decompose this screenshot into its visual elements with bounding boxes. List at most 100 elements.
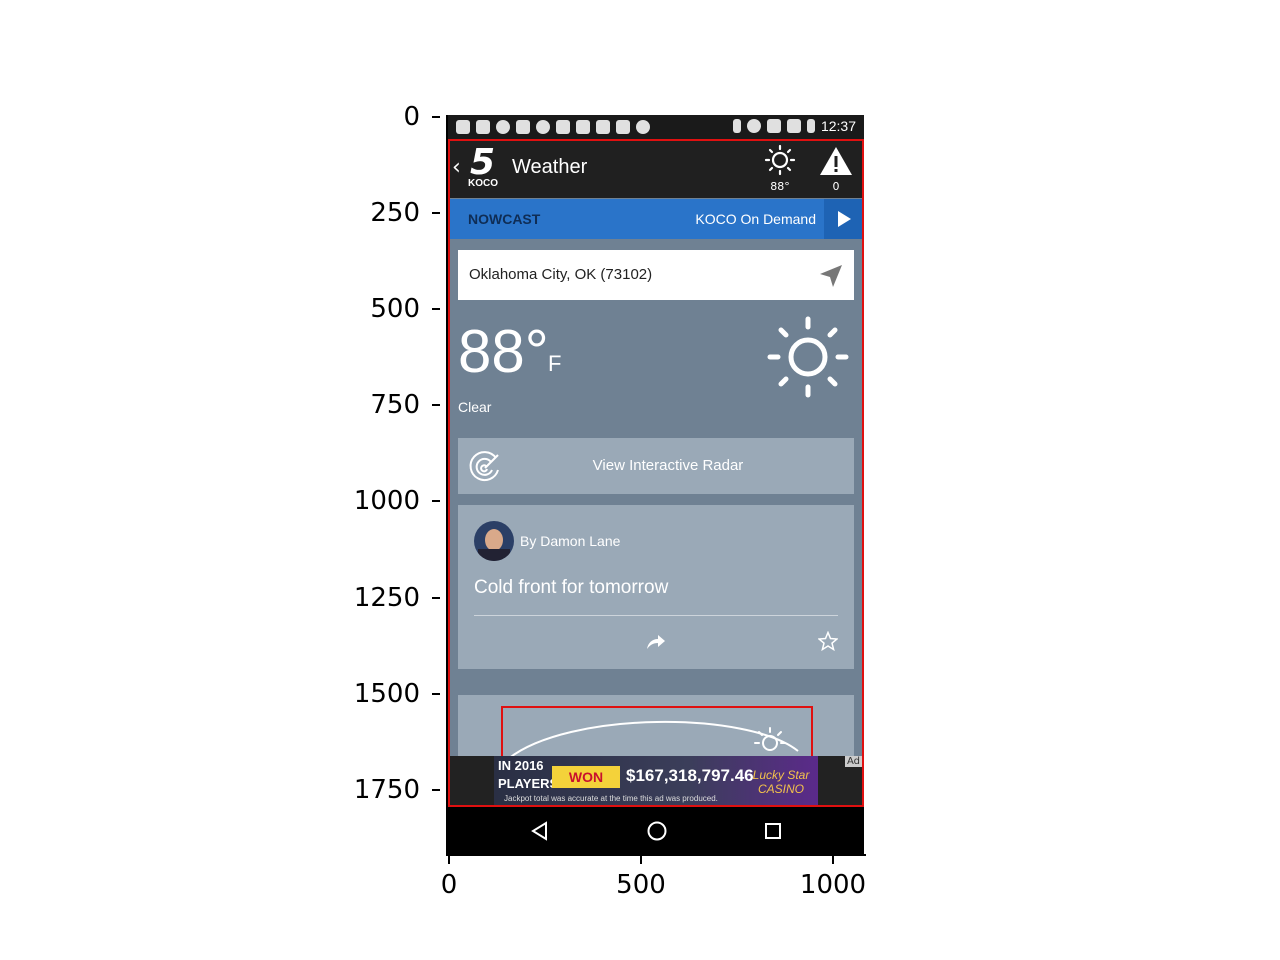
facebook-icon xyxy=(476,120,490,134)
message-icon xyxy=(456,120,470,134)
timer-icon xyxy=(496,120,510,134)
nowcast-bar[interactable]: NOWCAST KOCO On Demand xyxy=(448,199,864,239)
wifi-icon xyxy=(766,119,781,133)
y-tick: 1750 xyxy=(0,777,440,803)
y-tick-label: 1250 xyxy=(353,583,420,613)
koco-logo[interactable]: 5 KOCO xyxy=(466,142,502,190)
header-weather-button[interactable]: 88° xyxy=(760,144,800,194)
nav-home-icon[interactable] xyxy=(646,820,668,842)
ad-won-badge: WON xyxy=(552,766,620,788)
y-tick-mark xyxy=(432,116,440,118)
share-icon[interactable] xyxy=(646,633,666,651)
x-tick: 0 xyxy=(409,856,489,900)
avatar-shirt xyxy=(478,549,510,561)
nowcast-label: NOWCAST xyxy=(468,211,541,227)
y-tick-mark xyxy=(432,693,440,695)
ad-amount: $167,318,797.46 xyxy=(626,766,754,785)
smiley-icon xyxy=(636,120,650,134)
highlight-frame-left xyxy=(448,139,450,807)
ad-banner[interactable]: IN 2016 PLAYERS WON $167,318,797.46 Jack… xyxy=(448,756,864,806)
y-tick: 1000 xyxy=(0,488,440,514)
play-icon xyxy=(838,211,851,227)
y-tick: 1500 xyxy=(0,681,440,707)
x-tick-label: 500 xyxy=(616,870,666,900)
view-radar-button[interactable]: View Interactive Radar xyxy=(458,438,854,494)
location-field[interactable]: Oklahoma City, OK (73102) xyxy=(458,250,854,300)
y-tick: 250 xyxy=(0,200,440,226)
y-tick-mark xyxy=(432,404,440,406)
ad-tag[interactable]: Ad xyxy=(844,756,862,767)
phone-screen: 12:37 ‹ 5 KOCO Weather 88° 0 NOWCAST KOC… xyxy=(448,115,864,855)
y-tick: 500 xyxy=(0,296,440,322)
y-tick-label: 1750 xyxy=(353,775,420,805)
y-tick-mark xyxy=(432,597,440,599)
current-temperature: 88° xyxy=(458,318,549,385)
notification-icons xyxy=(456,119,650,135)
nav-back-icon[interactable] xyxy=(530,821,550,841)
view-radar-label: View Interactive Radar xyxy=(592,457,744,474)
y-tick-label: 1000 xyxy=(353,486,420,516)
battery-icon xyxy=(806,119,815,133)
x-tick-mark xyxy=(832,856,834,864)
y-tick-mark xyxy=(432,212,440,214)
alarm-icon xyxy=(746,119,761,133)
facebook-icon xyxy=(576,120,590,134)
avatar-face xyxy=(485,529,503,551)
x-tick-mark xyxy=(640,856,642,864)
logo-text: KOCO xyxy=(468,178,498,189)
y-tick-mark xyxy=(432,500,440,502)
warning-icon xyxy=(820,147,852,175)
location-arrow-icon[interactable] xyxy=(818,263,844,289)
back-chevron-icon[interactable]: ‹ xyxy=(452,155,461,180)
avatar xyxy=(474,521,514,561)
header-temperature: 88° xyxy=(770,180,790,193)
ad-brand-logo: Lucky Star CASINO xyxy=(752,768,810,796)
y-tick: 0 xyxy=(0,104,440,130)
system-status: 12:37 xyxy=(732,118,856,134)
ad-fine-print: Jackpot total was accurate at the time t… xyxy=(504,794,718,803)
smiley-icon xyxy=(536,120,550,134)
qt-icon xyxy=(596,120,610,134)
alert-count: 0 xyxy=(832,180,840,193)
temperature-unit: F xyxy=(548,351,562,376)
play-button[interactable] xyxy=(824,199,864,239)
highlight-box xyxy=(501,706,813,758)
page-title: Weather xyxy=(512,156,588,178)
highlight-frame-bottom xyxy=(448,805,864,807)
y-tick-label: 0 xyxy=(403,102,420,132)
android-nav-bar xyxy=(448,807,864,855)
story-headline[interactable]: Cold front for tomorrow xyxy=(474,577,668,599)
x-tick: 1000 xyxy=(793,856,873,900)
y-tick-mark xyxy=(432,308,440,310)
bluetooth-icon xyxy=(732,119,741,133)
y-tick-mark xyxy=(432,789,440,791)
story-byline: By Damon Lane xyxy=(520,533,621,549)
star-icon[interactable] xyxy=(818,631,838,651)
sun-icon xyxy=(764,144,796,176)
status-time: 12:37 xyxy=(820,118,856,134)
forecast-story-card[interactable]: By Damon Lane Cold front for tomorrow xyxy=(458,505,854,669)
x-tick-label: 0 xyxy=(440,870,458,900)
app-icon xyxy=(616,120,630,134)
location-text: Oklahoma City, OK (73102) xyxy=(469,266,653,283)
on-demand-link[interactable]: KOCO On Demand xyxy=(695,211,816,227)
y-tick-label: 500 xyxy=(370,294,420,324)
x-tick-label: 1000 xyxy=(799,870,867,900)
y-tick-label: 250 xyxy=(370,198,420,228)
y-tick-label: 750 xyxy=(370,390,420,420)
weather-alerts-button[interactable]: 0 xyxy=(814,144,858,194)
y-tick: 1250 xyxy=(0,585,440,611)
nav-recents-icon[interactable] xyxy=(764,822,782,840)
ad-creative[interactable]: IN 2016 PLAYERS WON $167,318,797.46 Jack… xyxy=(494,756,818,806)
signal-icon xyxy=(786,119,801,133)
x-tick-mark xyxy=(448,856,450,864)
ad-players-line: PLAYERS xyxy=(498,776,559,791)
logo-number: 5 xyxy=(470,142,496,183)
status-bar: 12:37 xyxy=(448,115,864,139)
ad-year-line: IN 2016 xyxy=(498,758,544,773)
facebook-icon xyxy=(556,120,570,134)
story-divider xyxy=(474,615,838,616)
y-tick-label: 1500 xyxy=(353,679,420,709)
x-tick: 500 xyxy=(601,856,681,900)
large-sun-icon xyxy=(767,316,849,398)
